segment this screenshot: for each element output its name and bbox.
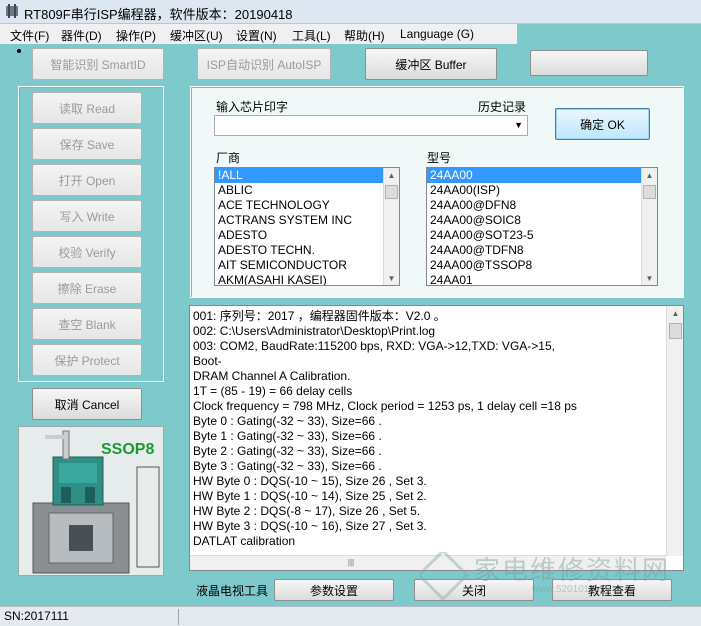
status-bar: SN:2017111 (0, 606, 701, 626)
read-button[interactable]: 读取 Read (32, 92, 142, 124)
scroll-down-icon[interactable]: ▼ (384, 271, 399, 285)
list-item[interactable]: ADESTO TECHN. (215, 243, 399, 258)
list-item[interactable]: 24AA00@TSSOP8 (427, 258, 657, 273)
ok-button[interactable]: 确定 OK (555, 108, 650, 140)
log-line: 001: 序列号：2017 ，编程器固件版本：V2.0 。 (193, 309, 446, 323)
menu-bar: 文件(F) 器件(D) 操作(P) 缓冲区(U) 设置(N) 工具(L) 帮助(… (0, 24, 517, 44)
list-item[interactable]: 24AA01 (427, 273, 657, 285)
log-line: Byte 0 : Gating(-32 ~ 33), Size=66 . (193, 414, 382, 428)
log-line: HW Byte 2 : DQS(-8 ~ 17), Size 26 , Set … (193, 504, 421, 518)
list-item[interactable]: AKM(ASAHI KASEI) (215, 273, 399, 285)
log-line: 003: COM2, BaudRate:115200 bps, RXD: VGA… (193, 339, 555, 353)
tutorial-button[interactable]: 教程查看 (552, 579, 672, 601)
vendor-label: 厂商 (216, 151, 241, 165)
window-title: RT809F串行ISP编程器，软件版本：20190418 (24, 7, 293, 22)
socket-image: SSOP8 (18, 426, 164, 576)
list-item[interactable]: 24AA00 (427, 168, 641, 183)
log-line: Byte 3 : Gating(-32 ~ 33), Size=66 . (193, 459, 382, 473)
menu-buffer[interactable]: 缓冲区(U) (170, 27, 223, 44)
menu-tools[interactable]: 工具(L) (292, 27, 331, 44)
scroll-thumb[interactable] (669, 323, 682, 339)
log-line: HW Byte 1 : DQS(-10 ~ 14), Size 25 , Set… (193, 489, 427, 503)
scroll-down-icon[interactable]: ▼ (642, 271, 657, 285)
buffer-button[interactable]: 缓冲区 Buffer (365, 48, 497, 80)
verify-button[interactable]: 校验 Verify (32, 236, 142, 268)
scroll-up-icon[interactable]: ▲ (642, 168, 657, 182)
log-line: DATLAT calibration (193, 534, 296, 548)
menu-file[interactable]: 文件(F) (10, 27, 49, 44)
autoisp-button[interactable]: ISP自动识别 AutoISP (197, 48, 331, 80)
log-line: HW Byte 3 : DQS(-10 ~ 16), Size 27 , Set… (193, 519, 427, 533)
vendor-scrollbar[interactable]: ▲ ▼ (383, 168, 399, 285)
chip-input-label: 输入芯片印字 (216, 100, 289, 114)
socket-label: SSOP8 (101, 441, 155, 458)
menu-operation[interactable]: 操作(P) (116, 27, 156, 44)
log-line: Byte 1 : Gating(-32 ~ 33), Size=66 . (193, 429, 382, 443)
smartid-button[interactable]: 智能识别 SmartID (32, 48, 164, 80)
list-item[interactable]: 24AA00@SOT23-5 (427, 228, 657, 243)
list-item[interactable]: 24AA00(ISP) (427, 183, 657, 198)
app-icon (4, 3, 20, 19)
log-vscrollbar[interactable]: ▲ (666, 306, 683, 556)
save-button[interactable]: 保存 Save (32, 128, 142, 160)
log-line: Boot- (193, 354, 222, 368)
list-item[interactable]: !ALL (215, 168, 383, 183)
history-label: 历史记录 (478, 100, 527, 114)
menu-help[interactable]: 帮助(H) (344, 27, 385, 44)
log-line: Clock frequency = 798 MHz, Clock period … (193, 399, 577, 413)
menu-device[interactable]: 器件(D) (61, 27, 102, 44)
open-button[interactable]: 打开 Open (32, 164, 142, 196)
model-label: 型号 (427, 151, 452, 165)
scroll-thumb[interactable] (643, 185, 656, 199)
model-scrollbar[interactable]: ▲ ▼ (641, 168, 657, 285)
chevron-down-icon[interactable]: ▼ (514, 120, 523, 130)
title-bar: RT809F串行ISP编程器，软件版本：20190418 (0, 0, 701, 24)
log-hscrollbar[interactable]: ||| (190, 555, 666, 570)
log-line: Byte 2 : Gating(-32 ~ 33), Size=66 . (193, 444, 382, 458)
list-item[interactable]: 24AA00@SOIC8 (427, 213, 657, 228)
log-line: 002: C:\Users\Administrator\Desktop\Prin… (193, 324, 436, 338)
menu-language[interactable]: Language (G) (400, 27, 474, 41)
status-divider (178, 609, 179, 625)
cancel-button[interactable]: 取消 Cancel (32, 388, 142, 420)
write-button[interactable]: 写入 Write (32, 200, 142, 232)
params-button[interactable]: 参数设置 (274, 579, 394, 601)
list-item[interactable]: 24AA00@DFN8 (427, 198, 657, 213)
list-item[interactable]: 24AA00@TDFN8 (427, 243, 657, 258)
protect-button[interactable]: 保护 Protect (32, 344, 142, 376)
vendor-list[interactable]: !ALL ABLIC ACE TECHNOLOGY ACTRANS SYSTEM… (214, 167, 400, 286)
list-item[interactable]: ADESTO (215, 228, 399, 243)
blank-button[interactable]: 查空 Blank (32, 308, 142, 340)
menu-settings[interactable]: 设置(N) (236, 27, 277, 44)
log-line: HW Byte 0 : DQS(-10 ~ 15), Size 26 , Set… (193, 474, 427, 488)
indicator-dot (17, 49, 21, 53)
model-list[interactable]: 24AA00 24AA00(ISP) 24AA00@DFN8 24AA00@SO… (426, 167, 658, 286)
scroll-grip-icon[interactable]: ||| (344, 558, 358, 568)
log-line: DRAM Channel A Calibration. (193, 369, 351, 383)
scroll-thumb[interactable] (385, 185, 398, 199)
log-line: 1T = (85 - 19) = 66 delay cells (193, 384, 353, 398)
scroll-up-icon[interactable]: ▲ (668, 306, 683, 320)
tv-tools-label: 液晶电视工具 (196, 584, 269, 598)
list-item[interactable]: ACE TECHNOLOGY (215, 198, 399, 213)
close-button[interactable]: 关闭 (414, 579, 534, 601)
partial-button[interactable] (530, 50, 648, 76)
scroll-up-icon[interactable]: ▲ (384, 168, 399, 182)
list-item[interactable]: ACTRANS SYSTEM INC (215, 213, 399, 228)
serial-number: SN:2017111 (4, 609, 69, 623)
chip-search-combobox[interactable]: ▼ (214, 115, 528, 136)
list-item[interactable]: AIT SEMICONDUCTOR (215, 258, 399, 273)
log-output[interactable]: 001: 序列号：2017 ，编程器固件版本：V2.0 。 002: C:\Us… (189, 305, 684, 571)
list-item[interactable]: ABLIC (215, 183, 399, 198)
erase-button[interactable]: 擦除 Erase (32, 272, 142, 304)
